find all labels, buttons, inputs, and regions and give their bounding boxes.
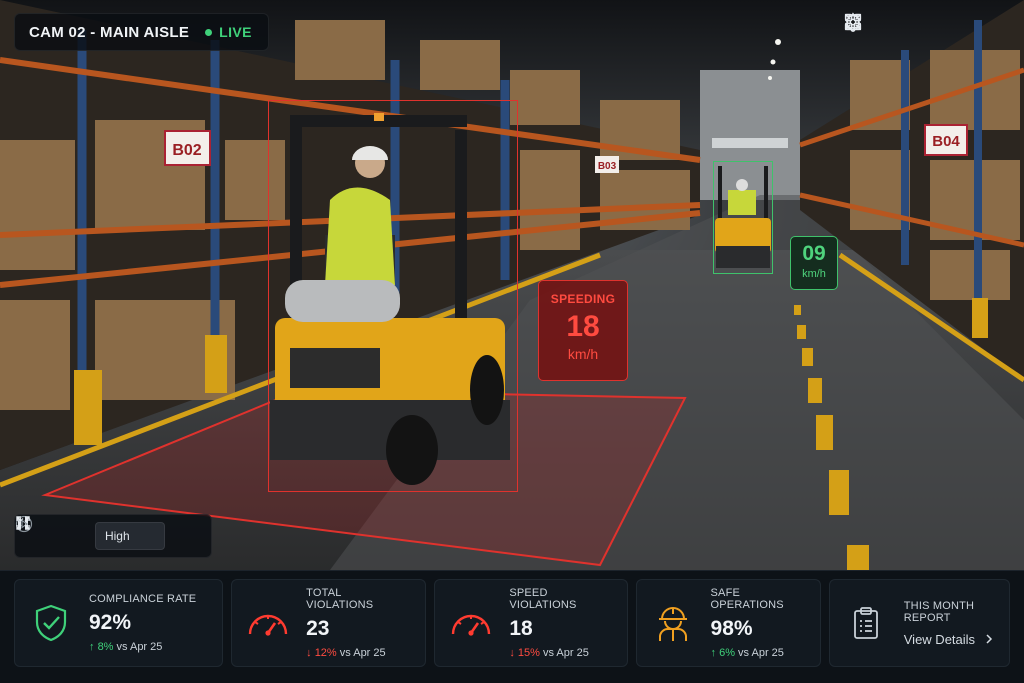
expand-icon bbox=[16, 516, 30, 530]
chevron-right-icon bbox=[986, 634, 993, 644]
speeding-value: 18 bbox=[566, 310, 600, 343]
stat-value: 18 bbox=[509, 617, 533, 640]
stat-card-speed-violations: SPEED VIOLATIONS 18 ↓ 15% vs Apr 25 bbox=[434, 579, 628, 667]
stat-title: TOTAL VIOLATIONS bbox=[306, 587, 374, 611]
stat-delta: ↓ 15% vs Apr 25 bbox=[509, 647, 589, 659]
live-text: LIVE bbox=[219, 24, 252, 40]
stat-title: SPEED VIOLATIONS bbox=[509, 587, 577, 611]
camera-feed: B02 B03 B04 CAM 02 - MAIN AISLE LIVE SPE… bbox=[0, 0, 1024, 570]
view-details-label: View Details bbox=[903, 631, 976, 647]
stat-title: SAFE OPERATIONS bbox=[710, 587, 784, 611]
speeding-label: SPEEDING bbox=[550, 292, 616, 306]
step-play-button[interactable] bbox=[15, 515, 81, 550]
camera-monitor: B02 B03 B04 CAM 02 - MAIN AISLE LIVE SPE… bbox=[0, 0, 1024, 683]
rack-label-b04-text: B04 bbox=[932, 133, 960, 150]
clipboard-icon bbox=[844, 601, 888, 645]
stat-delta: ↑ 6% vs Apr 25 bbox=[710, 647, 784, 659]
stat-card-total-violations: TOTAL VIOLATIONS 23 ↓ 12% vs Apr 25 bbox=[231, 579, 427, 667]
settings-button[interactable] bbox=[845, 11, 968, 53]
playback-controls: High bbox=[14, 514, 212, 558]
stat-card-safe-operations: SAFE OPERATIONS 98% ↑ 6% vs Apr 25 bbox=[635, 579, 821, 667]
speed-secondary-unit: km/h bbox=[802, 268, 826, 280]
detection-box-primary[interactable] bbox=[268, 100, 518, 492]
view-details-link[interactable]: View Details bbox=[904, 632, 995, 647]
speeding-alert: SPEEDING 18 km/h bbox=[538, 280, 628, 381]
stat-value: 23 bbox=[306, 617, 330, 640]
stat-value: 98% bbox=[710, 617, 753, 640]
notifications-button[interactable] bbox=[844, 11, 926, 53]
fullscreen-button[interactable] bbox=[844, 11, 1010, 53]
stats-bar: COMPLIANCE RATE 92% ↑ 8% vs Apr 25 TOTAL… bbox=[0, 570, 1024, 683]
report-title: THIS MONTH REPORT bbox=[903, 599, 975, 624]
camera-name: CAM 02 - MAIN AISLE bbox=[29, 23, 190, 41]
fullscreen-icon bbox=[844, 13, 862, 31]
expand-button[interactable] bbox=[16, 516, 203, 550]
speedometer-icon bbox=[246, 601, 290, 645]
camera-label: CAM 02 - MAIN AISLE LIVE bbox=[14, 13, 269, 51]
speedometer-icon bbox=[449, 601, 493, 645]
shield-check-icon bbox=[29, 601, 73, 645]
stat-value: 92% bbox=[89, 611, 132, 634]
speeding-unit: km/h bbox=[567, 346, 599, 362]
stat-card-compliance: COMPLIANCE RATE 92% ↑ 8% vs Apr 25 bbox=[14, 579, 224, 667]
speed-secondary-value: 09 bbox=[802, 242, 826, 265]
live-status: LIVE bbox=[205, 24, 252, 40]
quality-value: High bbox=[104, 529, 130, 543]
stat-delta: ↓ 12% vs Apr 25 bbox=[306, 647, 386, 659]
rack-label-b03-text: B03 bbox=[598, 161, 617, 172]
speed-badge-secondary: 09 km/h bbox=[790, 236, 838, 290]
stat-delta: ↑ 8% vs Apr 25 bbox=[89, 641, 163, 653]
top-toolbar bbox=[842, 11, 1010, 53]
live-dot-icon bbox=[205, 28, 213, 36]
stat-title: COMPLIANCE RATE bbox=[89, 593, 197, 605]
worker-helmet-icon bbox=[651, 601, 695, 645]
detection-box-secondary[interactable] bbox=[713, 161, 773, 274]
monthly-report-card[interactable]: THIS MONTH REPORT View Details bbox=[828, 579, 1010, 667]
rack-label-b02-text: B02 bbox=[172, 142, 201, 159]
quality-select[interactable]: High bbox=[16, 518, 166, 550]
